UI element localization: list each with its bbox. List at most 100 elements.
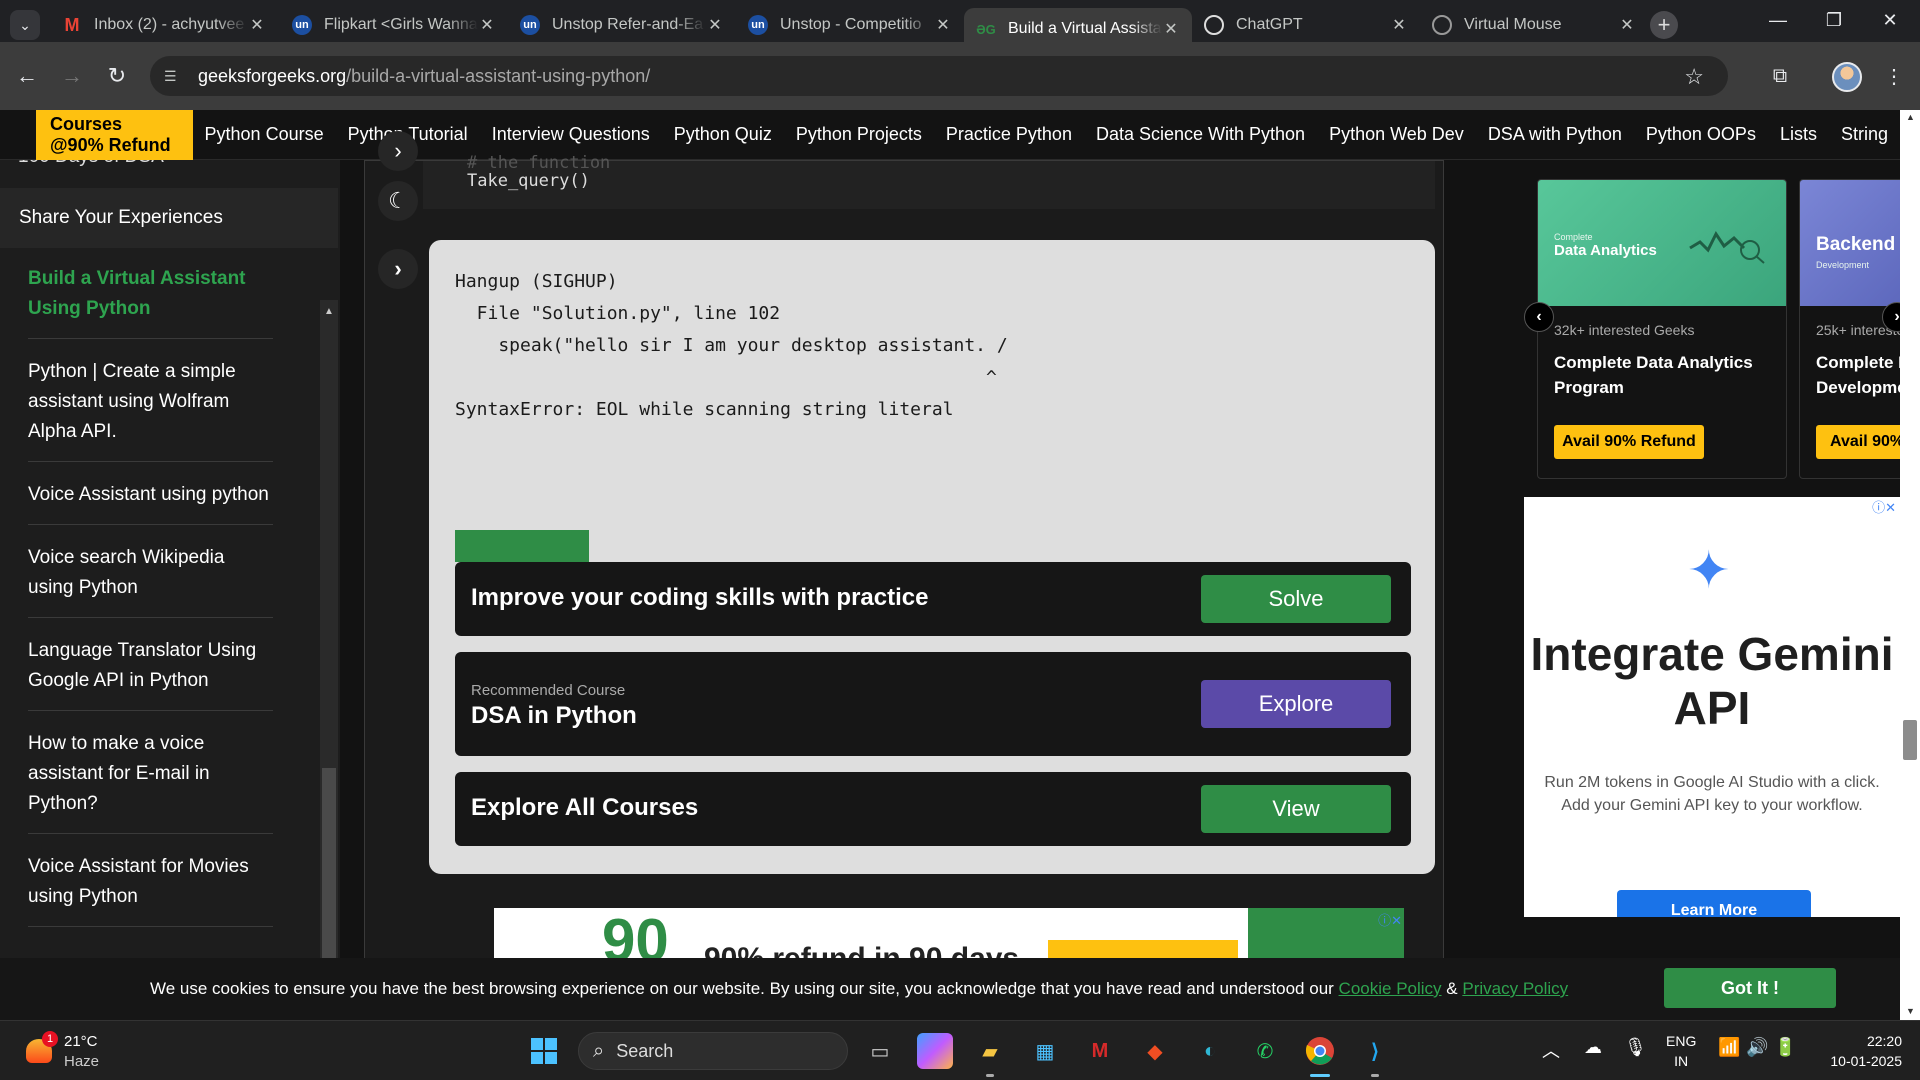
page-scrollbar[interactable]: ▲ ▼	[1900, 110, 1920, 1020]
share-experiences-link[interactable]: Share Your Experiences	[0, 188, 338, 248]
volume-icon[interactable]: 🔊	[1746, 1037, 1768, 1058]
scroll-down-arrow-icon[interactable]: ▼	[1906, 1006, 1915, 1016]
task-view-icon[interactable]: ▭	[862, 1033, 898, 1069]
sidebar-scroll-thumb[interactable]	[322, 768, 336, 980]
sidebar-item-movies-assistant[interactable]: Voice Assistant for Movies using Python	[28, 852, 273, 927]
sidebar-item-wikipedia[interactable]: Voice search Wikipedia using Python	[28, 543, 273, 618]
tab-gmail[interactable]: M Inbox (2) - achyutvee ✕	[50, 8, 278, 42]
scroll-up-arrow-icon[interactable]: ▲	[1906, 112, 1915, 122]
edge-icon[interactable]: ◐	[1192, 1033, 1228, 1069]
course-card[interactable]: Complete Data Analytics 32k+ interested …	[1537, 179, 1787, 479]
sidebar-item-email-assistant[interactable]: How to make a voice assistant for E-mail…	[28, 729, 273, 834]
explore-button[interactable]: Explore	[1201, 680, 1391, 728]
nav-link[interactable]: Python Course	[193, 124, 336, 145]
tab-unstop-competition[interactable]: un Unstop - Competitio ✕	[736, 8, 964, 42]
page-scroll-thumb[interactable]	[1903, 720, 1917, 760]
gemini-ad[interactable]: ⓘ✕ ✦ Integrate Gemini API Run 2M tokens i…	[1524, 497, 1900, 917]
copilot-icon[interactable]	[917, 1033, 953, 1069]
window-close-button[interactable]: ✕	[1860, 0, 1920, 40]
cookie-accept-button[interactable]: Got It !	[1664, 968, 1836, 1008]
bookmark-star-icon[interactable]: ☆	[1684, 64, 1704, 90]
nav-link[interactable]: Practice Python	[934, 124, 1084, 145]
nav-link[interactable]: Interview Questions	[480, 124, 662, 145]
ad-info-close-icon[interactable]: ⓘ✕	[1872, 497, 1896, 516]
forward-button[interactable]: →	[54, 58, 90, 94]
tab-search-icon[interactable]: ⌄	[10, 10, 40, 40]
ad-headline-line1: Integrate Gemini	[1530, 628, 1894, 680]
nav-link[interactable]: String	[1829, 124, 1900, 145]
mcafee-icon[interactable]: M	[1082, 1033, 1118, 1069]
cookie-policy-link[interactable]: Cookie Policy	[1339, 979, 1442, 998]
microphone-icon[interactable]: 🎙	[1624, 1037, 1647, 1058]
close-icon[interactable]: ✕	[1162, 19, 1180, 39]
vscode-icon[interactable]: ⟩	[1357, 1033, 1393, 1077]
chrome-icon[interactable]	[1302, 1033, 1338, 1077]
close-icon[interactable]: ✕	[706, 15, 724, 35]
run-arrow-icon[interactable]: ›	[378, 131, 418, 171]
minimize-button[interactable]: —	[1748, 0, 1808, 40]
nav-link[interactable]: Data Science With Python	[1084, 124, 1317, 145]
nav-link[interactable]: Python Quiz	[662, 124, 784, 145]
cta-tab-marker	[455, 530, 589, 562]
whatsapp-icon[interactable]: ✆	[1247, 1033, 1283, 1069]
tab-virtual-mouse[interactable]: Virtual Mouse ✕	[1420, 8, 1648, 42]
sidebar-scrollbar[interactable]: ▲	[320, 300, 338, 980]
weather-widget[interactable]: 1 21°C Haze	[22, 1031, 132, 1071]
privacy-policy-link[interactable]: Privacy Policy	[1462, 979, 1568, 998]
url-path: /build-a-virtual-assistant-using-python/	[346, 65, 651, 86]
windows-start-icon[interactable]	[526, 1033, 562, 1069]
sidebar-item-translator[interactable]: Language Translator Using Google API in …	[28, 636, 273, 711]
nav-link[interactable]: Lists	[1768, 124, 1829, 145]
close-icon[interactable]: ✕	[1618, 15, 1636, 35]
ad-info-close-icon[interactable]: ⓘ✕	[1378, 910, 1402, 929]
nav-link[interactable]: Python Web Dev	[1317, 124, 1476, 145]
sidebar-item-virtual-assistant[interactable]: Build a Virtual Assistant Using Python	[28, 264, 273, 339]
courses-promo-link[interactable]: Courses @90% Refund	[36, 110, 193, 160]
tab-unstop-refer[interactable]: un Unstop Refer-and-Ea ✕	[508, 8, 736, 42]
taskbar-search[interactable]: ⌕ Search	[578, 1032, 848, 1070]
restore-button[interactable]: ❐	[1804, 0, 1864, 40]
carousel-prev-icon[interactable]: ‹	[1524, 302, 1554, 332]
nav-link[interactable]: Python Projects	[784, 124, 934, 145]
sidebar-item-partial[interactable]: 100 Days of DSA	[18, 160, 164, 168]
close-icon[interactable]: ✕	[1390, 15, 1408, 35]
close-icon[interactable]: ✕	[248, 15, 266, 35]
close-icon[interactable]: ✕	[478, 15, 496, 35]
nav-link[interactable]: Python OOPs	[1634, 124, 1768, 145]
battery-icon[interactable]: 🔋	[1774, 1037, 1796, 1058]
tab-chatgpt[interactable]: ChatGPT ✕	[1192, 8, 1420, 42]
dark-mode-moon-icon[interactable]: ☾	[378, 181, 418, 221]
avail-refund-button[interactable]: Avail 90% Refund	[1554, 425, 1704, 459]
new-tab-button[interactable]: +	[1650, 11, 1678, 39]
tab-flipkart[interactable]: un Flipkart <Girls Wanna ✕	[280, 8, 508, 42]
wifi-icon[interactable]: 📶	[1718, 1037, 1740, 1058]
system-clock[interactable]: 22:20 10-01-2025	[1818, 1031, 1902, 1071]
close-icon[interactable]: ✕	[934, 15, 952, 35]
back-button[interactable]: ←	[9, 58, 45, 94]
reload-button[interactable]: ↻	[99, 58, 135, 94]
unstop-icon: un	[748, 15, 768, 35]
extensions-icon[interactable]: ⧉	[1762, 58, 1798, 94]
file-explorer-icon[interactable]: ▰	[972, 1033, 1008, 1077]
learn-more-button[interactable]: Learn More	[1617, 890, 1811, 917]
site-info-icon[interactable]: ☰	[164, 68, 186, 85]
banner-ad-button	[1048, 940, 1238, 960]
solve-button[interactable]: Solve	[1201, 575, 1391, 623]
bottom-banner-ad[interactable]: 90 90% refund in 90 days ⓘ✕	[494, 908, 1404, 960]
anydesk-icon[interactable]: ◆	[1137, 1033, 1173, 1069]
kebab-menu-icon[interactable]: ⋮	[1876, 58, 1912, 94]
address-bar[interactable]: ☰ geeksforgeeks.org/build-a-virtual-assi…	[150, 56, 1728, 96]
view-button[interactable]: View	[1201, 785, 1391, 833]
tray-overflow-icon[interactable]: ︿	[1542, 1037, 1560, 1063]
scroll-up-arrow-icon[interactable]: ▲	[324, 306, 334, 317]
onedrive-icon[interactable]: ☁	[1584, 1037, 1602, 1058]
recommended-course-title: DSA in Python	[471, 702, 637, 729]
sidebar-item-voice-assistant[interactable]: Voice Assistant using python	[28, 480, 273, 525]
interest-count: 32k+ interested Geeks	[1554, 322, 1695, 338]
language-indicator[interactable]: ENG IN	[1666, 1031, 1696, 1071]
sidebar-item-wolfram[interactable]: Python | Create a simple assistant using…	[28, 357, 273, 462]
expand-chevron-icon[interactable]: ›	[378, 249, 418, 289]
profile-avatar[interactable]	[1832, 62, 1862, 92]
microsoft-store-icon[interactable]: ▦	[1027, 1033, 1063, 1069]
nav-link[interactable]: DSA with Python	[1476, 124, 1634, 145]
